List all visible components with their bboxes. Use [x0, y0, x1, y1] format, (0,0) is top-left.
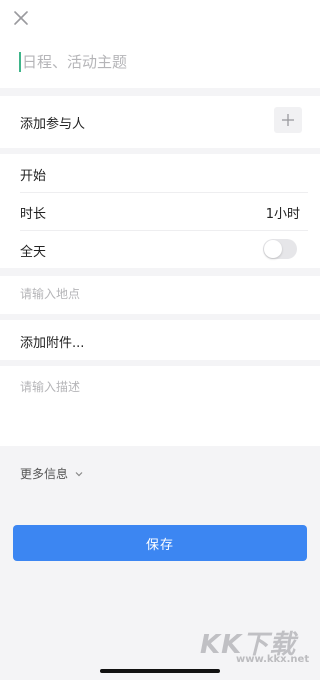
all-day-row: 全天 [0, 230, 320, 268]
more-info-label: 更多信息 [20, 467, 69, 481]
description-section [0, 366, 320, 446]
add-participant-button[interactable] [274, 107, 302, 133]
close-button[interactable] [10, 7, 32, 29]
close-icon [14, 11, 28, 25]
save-label: 保存 [145, 537, 174, 553]
event-title-input[interactable] [20, 50, 300, 74]
plus-icon [282, 114, 294, 126]
time-settings-section: 开始 时长 1小时 全天 [0, 154, 320, 268]
all-day-toggle[interactable] [263, 239, 297, 259]
save-button[interactable]: 保存 [13, 525, 307, 561]
duration-value: 1小时 [265, 207, 300, 222]
home-indicator[interactable] [100, 669, 220, 673]
duration-row[interactable]: 时长 1小时 [0, 192, 320, 230]
start-time-row[interactable]: 开始 [0, 154, 320, 192]
more-info-toggle[interactable]: 更多信息 [20, 465, 84, 482]
start-label: 开始 [20, 169, 47, 184]
add-participants-label: 添加参与人 [20, 117, 86, 132]
add-participants-row[interactable]: 添加参与人 [0, 96, 320, 148]
all-day-label: 全天 [20, 245, 47, 260]
chevron-down-icon [75, 471, 83, 476]
location-input[interactable] [20, 287, 300, 301]
location-row [0, 276, 320, 314]
toggle-knob [264, 240, 282, 258]
watermark: KK下载 www.kkx.net [196, 622, 316, 668]
add-attachment-label: 添加附件... [20, 336, 85, 351]
watermark-url: www.kkx.net [236, 654, 310, 665]
description-input[interactable] [20, 378, 300, 438]
add-attachment-row[interactable]: 添加附件... [0, 320, 320, 360]
duration-label: 时长 [20, 207, 47, 222]
header-section [0, 0, 320, 88]
new-event-screen: 添加参与人 开始 时长 1小时 全天 添加附件... [0, 0, 320, 680]
